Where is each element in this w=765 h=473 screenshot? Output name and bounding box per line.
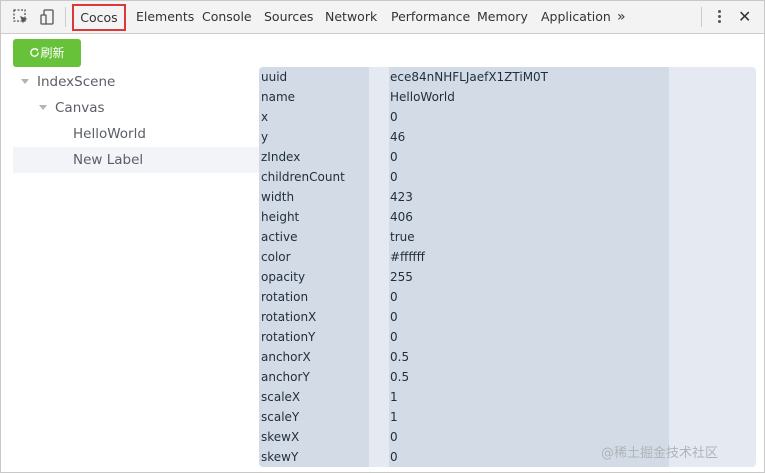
kebab-menu-icon[interactable]: [713, 9, 725, 25]
property-key: active: [261, 230, 298, 244]
property-row: name HelloWorld: [259, 87, 756, 107]
property-row: scaleX 1: [259, 387, 756, 407]
property-key: childrenCount: [261, 170, 345, 184]
property-value[interactable]: HelloWorld: [390, 87, 455, 107]
caret-down-icon[interactable]: [21, 79, 29, 84]
refresh-button[interactable]: 刷新: [13, 39, 81, 67]
property-value[interactable]: 0: [390, 307, 398, 327]
property-key: anchorX: [261, 350, 311, 364]
property-value[interactable]: 0: [390, 147, 398, 167]
tab-cocos[interactable]: Cocos: [72, 4, 126, 31]
tree-node-label: Canvas: [55, 100, 105, 116]
tree-node-indexscene[interactable]: IndexScene: [13, 69, 259, 95]
tree-node-label: HelloWorld: [73, 126, 146, 142]
toolbar-separator: [65, 7, 66, 27]
property-value[interactable]: 0: [390, 107, 398, 127]
property-value[interactable]: 0: [390, 287, 398, 307]
property-row: anchorY 0.5: [259, 367, 756, 387]
property-key: name: [261, 90, 296, 104]
property-key: uuid: [261, 70, 288, 84]
property-row: rotation 0: [259, 287, 756, 307]
property-key: width: [261, 190, 295, 204]
property-key: scaleX: [261, 390, 301, 404]
property-row: width 423: [259, 187, 756, 207]
property-value[interactable]: true: [390, 227, 415, 247]
property-row: opacity 255: [259, 267, 756, 287]
tab-elements[interactable]: Elements: [136, 1, 194, 33]
property-key: rotationX: [261, 310, 317, 324]
node-tree: IndexScene Canvas HelloWorld New Label: [13, 69, 259, 173]
tab-memory[interactable]: Memory: [477, 1, 528, 33]
property-key: rotation: [261, 290, 309, 304]
tree-node-helloworld[interactable]: HelloWorld: [13, 121, 259, 147]
toolbar-separator: [701, 7, 702, 27]
property-key: y: [261, 130, 269, 144]
property-key: zIndex: [261, 150, 301, 164]
property-value[interactable]: 0.5: [390, 367, 409, 387]
tree-node-canvas[interactable]: Canvas: [13, 95, 259, 121]
tree-node-new-label[interactable]: New Label: [13, 147, 259, 173]
property-value[interactable]: 423: [390, 187, 413, 207]
watermark: @稀土掘金技术社区: [601, 446, 719, 461]
property-key: opacity: [261, 270, 306, 284]
refresh-icon: [30, 48, 40, 57]
property-value[interactable]: 0.5: [390, 347, 409, 367]
tab-console[interactable]: Console: [202, 1, 252, 33]
caret-down-icon[interactable]: [39, 105, 47, 110]
property-row: y 46: [259, 127, 756, 147]
property-row: rotationX 0: [259, 307, 756, 327]
tab-sources[interactable]: Sources: [264, 1, 313, 33]
refresh-label: 刷新: [40, 46, 65, 60]
property-row: rotationY 0: [259, 327, 756, 347]
property-value[interactable]: 1: [390, 407, 398, 427]
property-row: color #ffffff: [259, 247, 756, 267]
tree-node-label: New Label: [73, 152, 144, 168]
tab-application[interactable]: Application: [541, 1, 611, 33]
property-key: x: [261, 110, 269, 124]
property-value[interactable]: 1: [390, 387, 398, 407]
property-key: color: [261, 250, 291, 264]
property-key: skewX: [261, 430, 300, 444]
property-row: x0: [259, 107, 756, 127]
property-key: height: [261, 210, 300, 224]
property-key: skewY: [261, 450, 299, 464]
property-value[interactable]: 46: [390, 127, 405, 147]
property-row: uuid ece84nNHFLJaefX1ZTiM0T: [259, 67, 756, 87]
devtools-toolbar: Cocos Elements Console Sources Network P…: [1, 1, 764, 34]
more-tabs-button[interactable]: »: [617, 1, 626, 33]
property-value[interactable]: 0: [390, 167, 398, 187]
tab-performance[interactable]: Performance: [391, 1, 470, 33]
tab-network[interactable]: Network: [325, 1, 377, 33]
property-row: anchorX 0.5: [259, 347, 756, 367]
close-icon[interactable]: ✕: [738, 1, 751, 33]
device-toggle-icon[interactable]: [39, 8, 57, 26]
property-row: height 406: [259, 207, 756, 227]
property-value[interactable]: ece84nNHFLJaefX1ZTiM0T: [390, 67, 548, 87]
property-key: rotationY: [261, 330, 316, 344]
property-row: scaleY 1: [259, 407, 756, 427]
property-value[interactable]: 0: [390, 427, 398, 447]
property-panel: uuid ece84nNHFLJaefX1ZTiM0T name HelloWorld…: [259, 67, 756, 467]
property-value[interactable]: 406: [390, 207, 413, 227]
property-value[interactable]: 0: [390, 327, 398, 347]
property-row: childrenCount 0: [259, 167, 756, 187]
property-value[interactable]: 0: [390, 447, 398, 467]
property-row: zIndex 0: [259, 147, 756, 167]
tree-node-label: IndexScene: [37, 74, 116, 90]
inspect-icon[interactable]: [12, 8, 30, 26]
property-key: anchorY: [261, 370, 310, 384]
property-row: active true: [259, 227, 756, 247]
property-key: scaleY: [261, 410, 300, 424]
property-rows: uuid ece84nNHFLJaefX1ZTiM0T name HelloWorld…: [259, 67, 756, 467]
property-value[interactable]: 255: [390, 267, 413, 287]
property-value[interactable]: #ffffff: [390, 247, 425, 267]
